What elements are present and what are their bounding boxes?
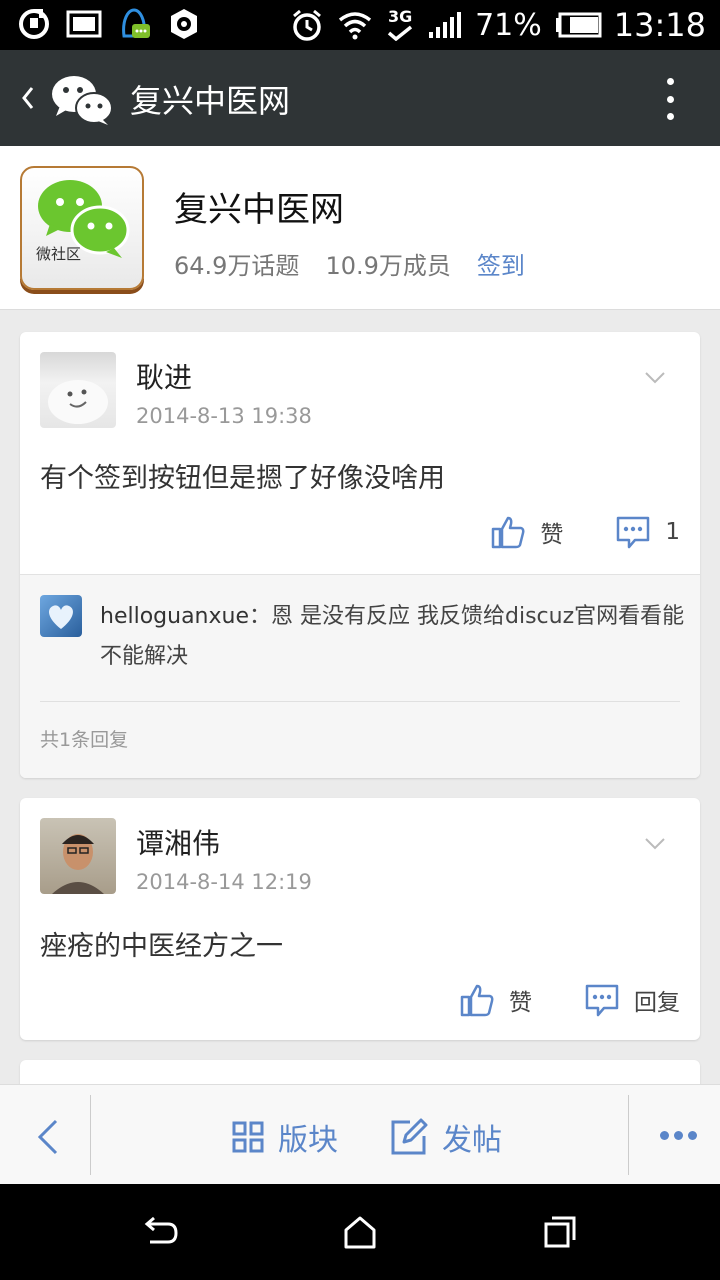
more-vertical-icon[interactable] [664,78,676,120]
forum-logo-label: 微社区 [36,245,82,263]
settings-icon [166,6,202,42]
page-title: 复兴中医网 [130,82,291,120]
avatar[interactable] [40,595,82,637]
thumbs-up-icon[interactable] [459,982,495,1018]
like-label[interactable]: 赞 [509,983,532,1017]
reply-count[interactable]: 共1条回复 [40,725,128,752]
nav-home-icon[interactable] [340,1214,380,1250]
new-post-label[interactable]: 发帖 [442,1115,502,1159]
sign-in-link[interactable]: 签到 [477,246,525,281]
post-author[interactable]: 耿进 [136,356,192,396]
signal-icon [427,7,463,43]
grid-icon [232,1121,264,1153]
network-type-icon: 3G [385,7,415,43]
comment-count[interactable]: 1 [665,519,680,545]
forum-title: 复兴中医网 [174,190,344,230]
action-bar: 复兴中医网 [0,50,720,146]
chevron-left-icon[interactable] [18,80,38,116]
forum-stats: 64.9万话题 10.9万成员 签到 [174,246,525,281]
avatar[interactable] [40,352,116,428]
qq-icon [116,6,152,42]
reply-username[interactable]: helloguanxue [100,604,249,629]
post-content: 痤疮的中医经方之一 [40,931,283,962]
sections-label[interactable]: 版块 [278,1115,338,1159]
post-content: 有个签到按钮但是摁了好像没啥用 [40,463,445,494]
post-date: 2014-8-14 12:19 [136,870,312,894]
wifi-icon [337,7,373,43]
reply-separator: ： [249,604,272,629]
battery-percent: 71% [475,7,542,43]
thumbs-up-icon[interactable] [490,514,526,550]
status-bar: 3G 71% 13:18 [0,0,720,50]
reply-button[interactable]: 回复 [634,983,680,1017]
avatar[interactable] [40,818,116,894]
divider [628,1095,629,1175]
comment-icon[interactable] [584,982,620,1018]
more-horizontal-icon[interactable] [660,1131,697,1140]
nav-recents-icon[interactable] [540,1214,580,1250]
back-arrow-icon[interactable] [36,1117,60,1157]
battery-icon [554,7,602,43]
post-card[interactable]: 耿进 2014-8-13 19:38 有个签到按钮但是摁了好像没啥用 赞 1 h… [20,332,700,778]
post-actions: 赞 1 [490,514,680,550]
alarm-icon [289,7,325,43]
picture-icon [66,6,102,42]
comment-icon[interactable] [615,514,651,550]
post-card[interactable]: 谭湘伟 2014-8-14 12:19 痤疮的中医经方之一 赞 回复 [20,798,700,1040]
divider [40,701,680,702]
sync-icon [16,6,52,42]
post-author[interactable]: 谭湘伟 [136,822,220,862]
reply-text: helloguanxue：恩 是没有反应 我反馈给discuz官网看看能不能解决 [100,597,685,677]
like-label[interactable]: 赞 [540,515,563,549]
reply-section: helloguanxue：恩 是没有反应 我反馈给discuz官网看看能不能解决… [20,574,700,778]
post-date: 2014-8-13 19:38 [136,404,312,428]
divider [90,1095,91,1175]
chevron-down-icon[interactable] [644,836,666,850]
sections-button[interactable]: 版块 [232,1115,338,1159]
edit-icon [391,1118,428,1155]
wechat-icon[interactable] [50,72,114,126]
forum-logo: 微社区 [20,166,144,290]
new-post-button[interactable]: 发帖 [390,1115,502,1159]
bottom-toolbar: 版块 发帖 [0,1084,720,1184]
member-count: 10.9万成员 [325,252,451,280]
chevron-down-icon[interactable] [644,370,666,384]
post-actions: 赞 回复 [459,982,680,1018]
topic-count: 64.9万话题 [174,252,300,280]
forum-header: 微社区 复兴中医网 64.9万话题 10.9万成员 签到 [0,146,720,310]
clock: 13:18 [613,6,706,44]
system-nav-bar [0,1184,720,1280]
nav-back-icon[interactable] [140,1214,180,1250]
wechat-bubbles-icon [38,180,130,258]
